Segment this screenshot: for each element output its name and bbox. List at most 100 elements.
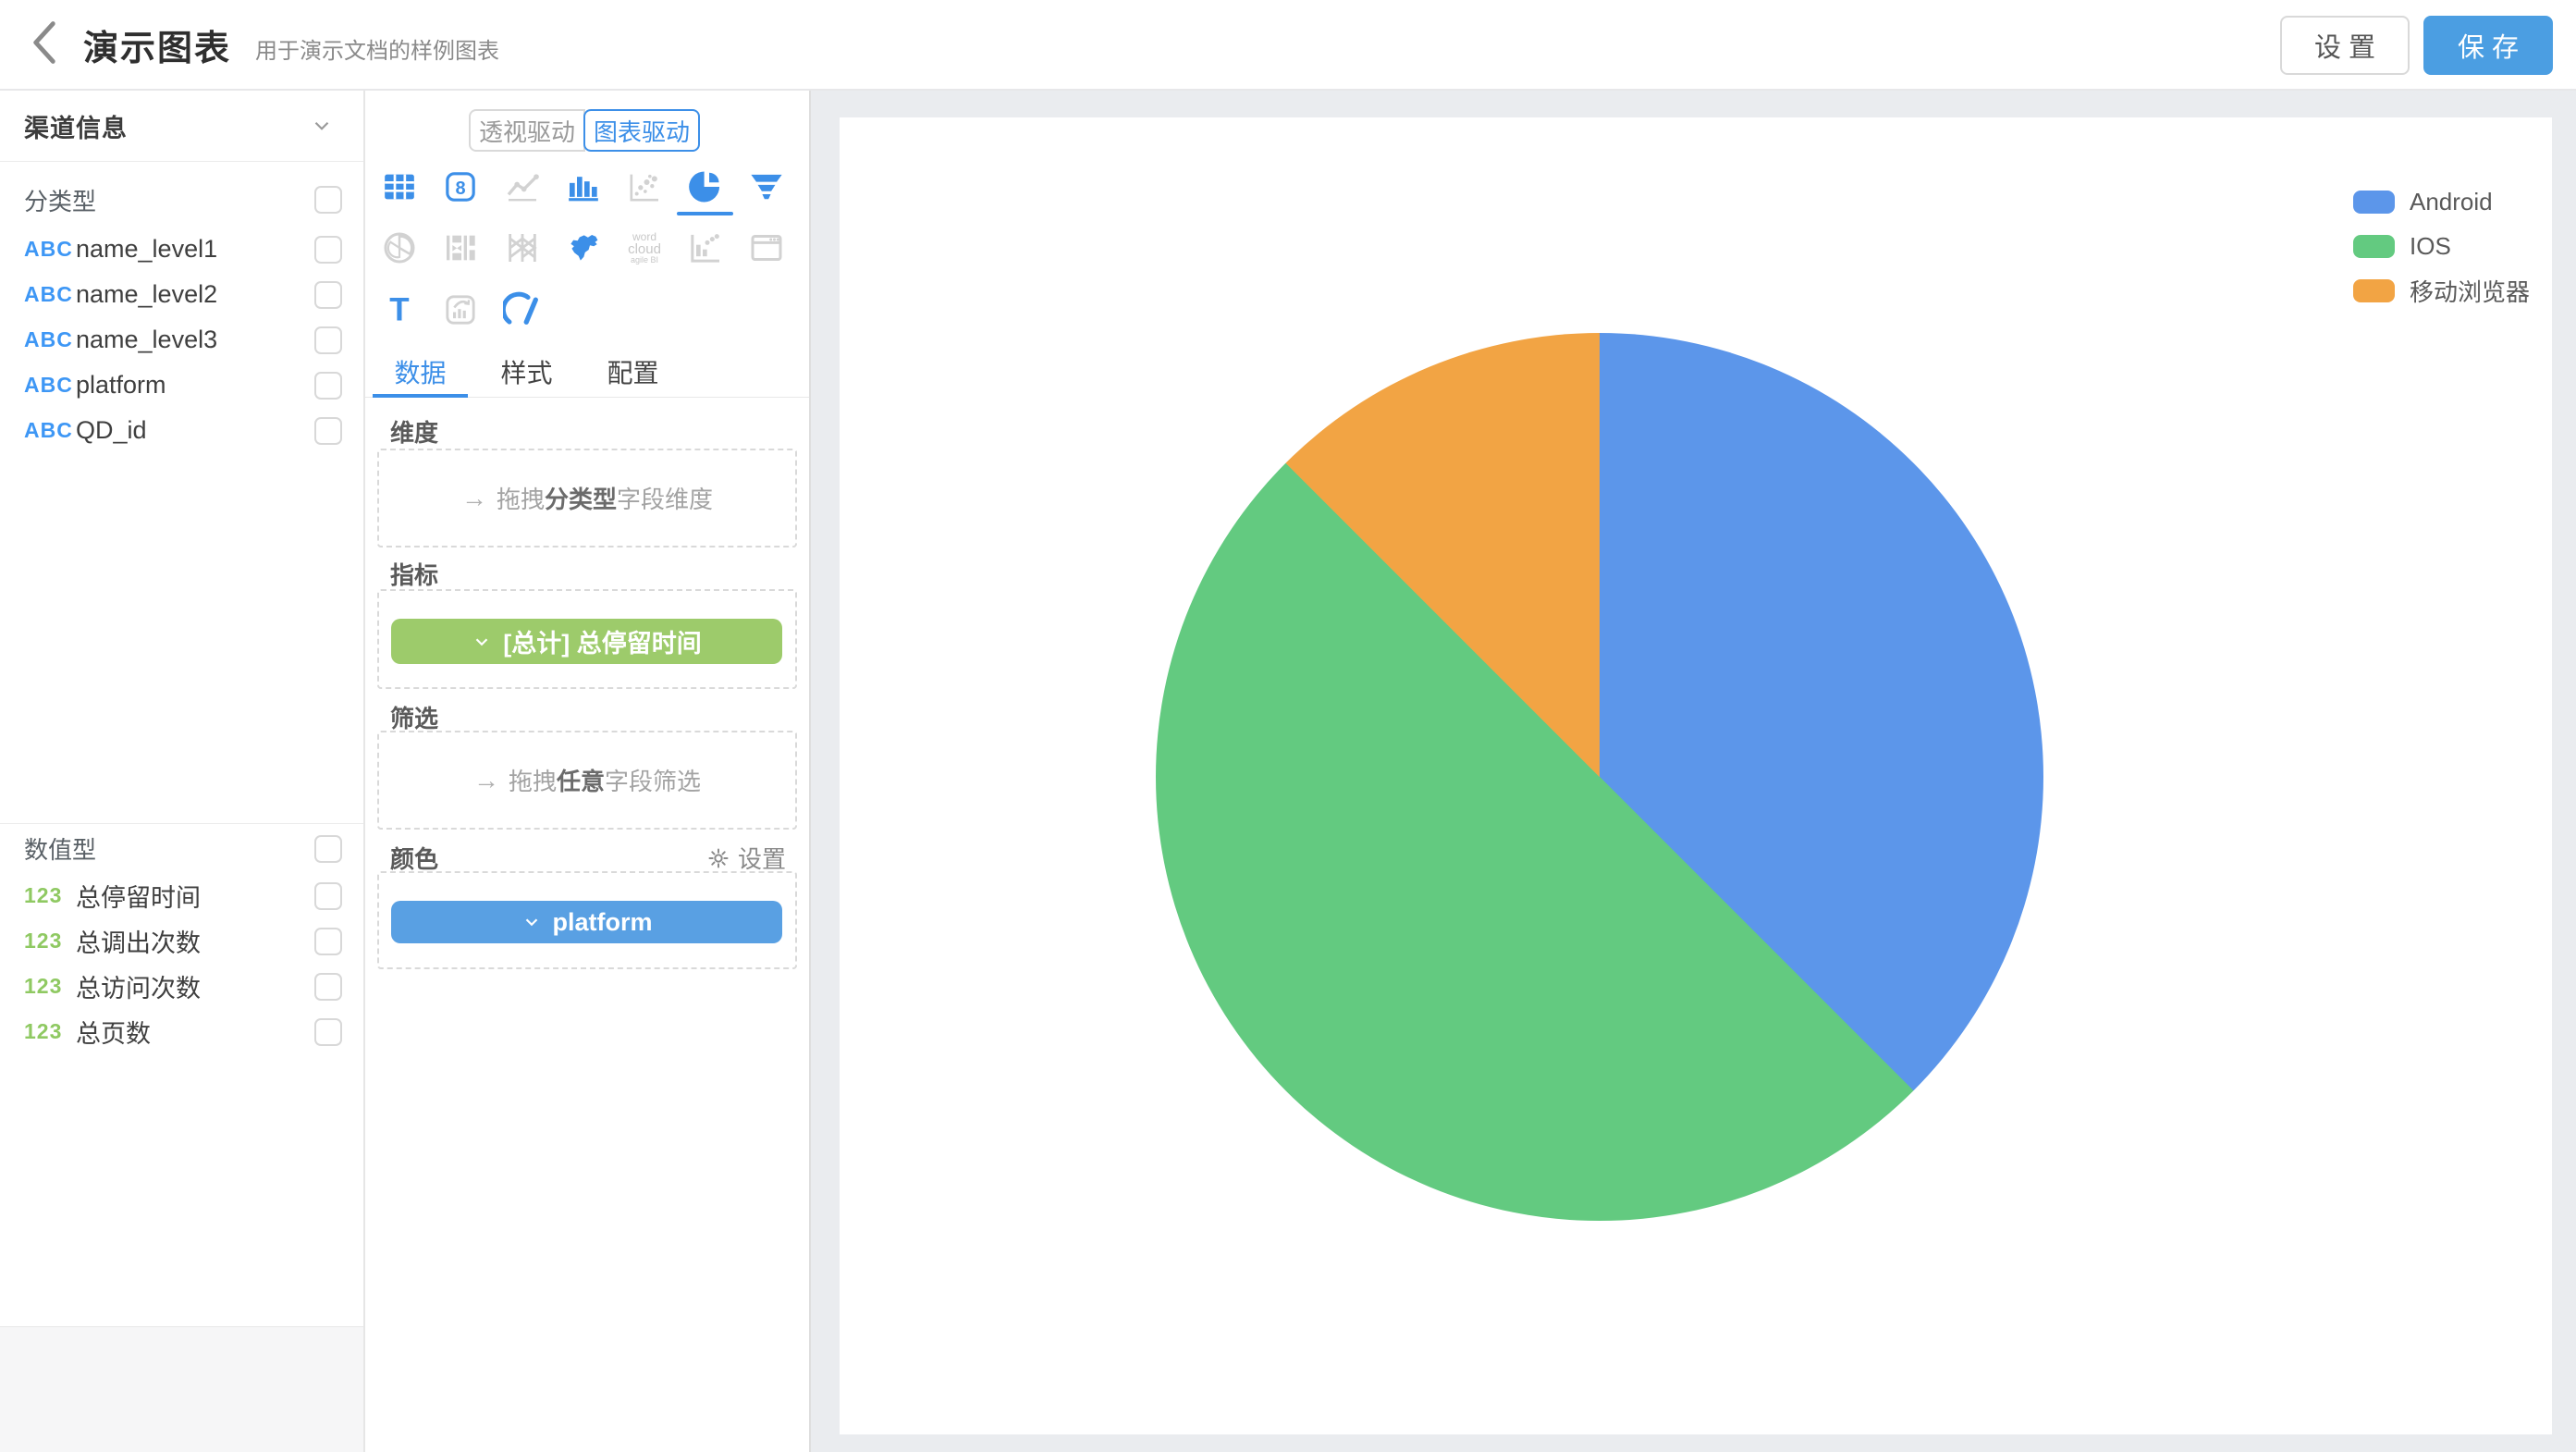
dimension-label: 维度 <box>390 414 438 449</box>
chart-type-scatter-chart-icon[interactable] <box>622 165 667 209</box>
color-pill[interactable]: platform <box>391 901 782 943</box>
panel-tabs: 数据 样式 配置 <box>365 346 809 398</box>
arrow-right-icon: → <box>473 766 499 795</box>
chart-canvas: Android IOS 移动浏览器 <box>840 117 2552 1434</box>
chevron-down-icon <box>521 912 542 932</box>
field-row-total-pages[interactable]: 123 总页数 <box>0 1009 363 1054</box>
tab-pivot-driven[interactable]: 透视驱动 <box>469 109 585 152</box>
field-checkbox[interactable] <box>314 417 342 445</box>
measure-dropzone[interactable]: [总计] 总停留时间 <box>377 589 797 689</box>
legend-swatch <box>2353 279 2395 302</box>
page-title: 演示图表 <box>83 19 231 70</box>
filter-placeholder: 拖拽任意字段筛选 <box>509 763 701 797</box>
save-button[interactable]: 保 存 <box>2423 16 2553 75</box>
chevron-down-icon <box>472 632 492 652</box>
field-name: name_level2 <box>76 280 217 309</box>
dimension-dropzone[interactable]: → 拖拽分类型字段维度 <box>377 449 797 548</box>
field-row-total-stay-time[interactable]: 123 总停留时间 <box>0 873 363 918</box>
gear-icon <box>706 846 730 870</box>
back-button[interactable] <box>17 17 72 72</box>
field-row-qd-id[interactable]: ABC QD_id <box>0 408 363 453</box>
field-name: 总调出次数 <box>76 923 201 959</box>
color-pill-label: platform <box>553 908 653 937</box>
app: 演示图表 用于演示文档的样例图表 设 置 保 存 渠道信息 分类型 ABC na… <box>0 0 2576 1452</box>
chart-type-word-cloud-icon[interactable]: word cloud agile BI <box>622 226 667 270</box>
tab-chart-driven[interactable]: 图表驱动 <box>583 109 700 152</box>
tab-data[interactable]: 数据 <box>373 346 468 397</box>
field-checkbox[interactable] <box>314 973 342 1001</box>
dataset-name: 渠道信息 <box>24 108 128 144</box>
chart-type-table-icon[interactable] <box>377 165 422 209</box>
tab-config[interactable]: 配置 <box>585 346 681 397</box>
field-type-badge: ABC <box>24 373 72 398</box>
field-row-platform[interactable]: ABC platform <box>0 363 363 408</box>
chart-type-kline-chart-icon[interactable] <box>500 226 545 270</box>
field-type-badge: ABC <box>24 418 72 443</box>
field-name: 总页数 <box>76 1014 151 1050</box>
chart-type-iframe-icon[interactable] <box>744 226 789 270</box>
field-checkbox[interactable] <box>314 281 342 309</box>
chart-type-text-icon[interactable]: T <box>377 288 422 332</box>
chart-type-rose-chart-icon[interactable] <box>377 226 422 270</box>
chart-type-gantt-chart-icon[interactable] <box>438 226 483 270</box>
chart-type-pie-chart-icon[interactable] <box>683 165 728 209</box>
legend-item-android[interactable]: Android <box>2353 188 2530 215</box>
field-row-name-level1[interactable]: ABC name_level1 <box>0 227 363 272</box>
color-dropzone[interactable]: platform <box>377 871 797 969</box>
header: 演示图表 用于演示文档的样例图表 设 置 保 存 <box>0 0 2576 91</box>
chart-type-line-chart-icon[interactable] <box>500 165 545 209</box>
field-name: 总访问次数 <box>76 968 201 1004</box>
word-cloud-text: cloud <box>628 242 661 256</box>
field-type-badge: 123 <box>24 929 72 954</box>
field-checkbox[interactable] <box>314 236 342 264</box>
sidebar-fields: 渠道信息 分类型 ABC name_level1 ABC name_level2… <box>0 91 365 1452</box>
field-checkbox[interactable] <box>314 1018 342 1046</box>
field-row-name-level2[interactable]: ABC name_level2 <box>0 272 363 317</box>
chart-type-funnel-chart-icon[interactable] <box>744 165 789 209</box>
color-settings-button[interactable]: 设置 <box>706 841 786 875</box>
measure-pill[interactable]: [总计] 总停留时间 <box>391 619 782 664</box>
chart-type-indicator-card-icon[interactable]: 8 <box>438 165 483 209</box>
field-name: 总停留时间 <box>76 878 201 914</box>
field-row-total-visits[interactable]: 123 总访问次数 <box>0 964 363 1009</box>
field-name: platform <box>76 371 166 400</box>
chevron-left-icon <box>27 18 62 71</box>
field-checkbox[interactable] <box>314 326 342 354</box>
chart-type-china-map-icon[interactable] <box>561 226 606 270</box>
filter-dropzone[interactable]: → 拖拽任意字段筛选 <box>377 731 797 830</box>
color-label: 颜色 <box>390 841 438 875</box>
svg-text:8: 8 <box>455 178 465 199</box>
settings-button[interactable]: 设 置 <box>2280 16 2410 75</box>
dataset-selector[interactable]: 渠道信息 <box>0 91 363 162</box>
chart-type-combo-chart-icon[interactable] <box>683 226 728 270</box>
pie-chart[interactable] <box>1156 333 2043 1221</box>
tab-style[interactable]: 样式 <box>479 346 574 397</box>
chart-legend: Android IOS 移动浏览器 <box>2353 188 2530 321</box>
field-type-badge: 123 <box>24 1019 72 1044</box>
field-name: name_level1 <box>76 235 217 264</box>
legend-label: Android <box>2410 188 2493 216</box>
header-actions: 设 置 保 存 <box>2280 16 2553 75</box>
page-subtitle: 用于演示文档的样例图表 <box>255 32 499 65</box>
field-checkbox[interactable] <box>314 372 342 400</box>
field-checkbox[interactable] <box>314 882 342 910</box>
dimension-placeholder: 拖拽分类型字段维度 <box>497 481 713 515</box>
chevron-down-icon <box>310 114 334 138</box>
chart-type-bar-chart-icon[interactable] <box>561 165 606 209</box>
legend-item-ios[interactable]: IOS <box>2353 232 2530 260</box>
arrow-right-icon: → <box>461 484 487 513</box>
selected-chart-type-underline <box>677 212 733 215</box>
legend-label: IOS <box>2410 232 2451 261</box>
field-checkbox[interactable] <box>314 928 342 955</box>
field-row-name-level3[interactable]: ABC name_level3 <box>0 317 363 363</box>
field-row-total-callout[interactable]: 123 总调出次数 <box>0 918 363 964</box>
field-type-badge: ABC <box>24 327 72 352</box>
legend-item-mobile-browser[interactable]: 移动浏览器 <box>2353 277 2530 304</box>
chart-type-gauge-chart-icon[interactable] <box>500 288 545 332</box>
numeric-select-all-checkbox[interactable] <box>314 835 342 863</box>
numeric-section-header: 数值型 <box>0 831 363 865</box>
legend-swatch <box>2353 191 2395 214</box>
chart-type-media-chart-icon[interactable] <box>438 288 483 332</box>
categorical-select-all-checkbox[interactable] <box>314 186 342 214</box>
filter-label: 筛选 <box>390 700 438 734</box>
